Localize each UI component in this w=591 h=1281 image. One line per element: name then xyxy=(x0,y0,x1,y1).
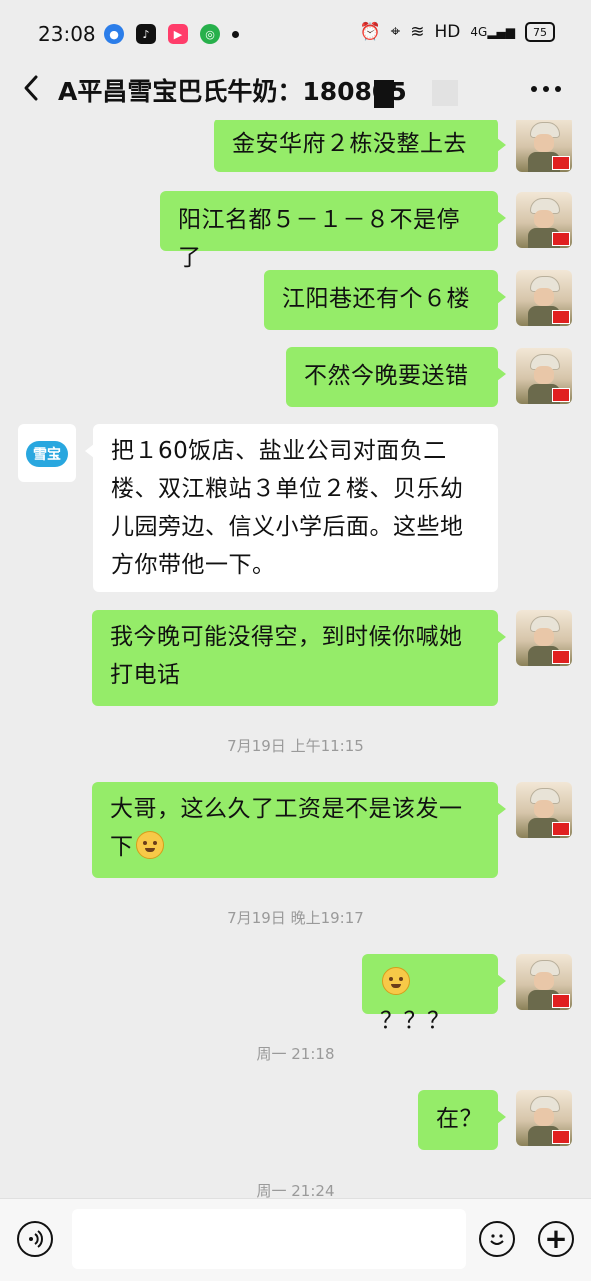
avatar[interactable] xyxy=(516,610,572,666)
message-text: ？？？ xyxy=(380,1008,451,1034)
timestamp: 7月19日 晚上19:17 xyxy=(227,909,364,927)
brand-logo: 雪宝 xyxy=(26,441,68,467)
plus-glyph: + xyxy=(544,1222,568,1255)
browser-app-icon: ◎ xyxy=(200,24,220,44)
message-bubble[interactable]: 阳江名都５－１－８不是停了 xyxy=(160,191,506,271)
message-text-line: 方你带他一下。 xyxy=(111,552,276,578)
alarm-icon: ⏰ xyxy=(359,22,381,42)
more-notifications-dot-icon xyxy=(232,30,239,38)
message-input[interactable] xyxy=(72,1209,466,1269)
message-bubble[interactable]: ？？？ xyxy=(362,954,506,1034)
message-bubble[interactable]: 大哥，这么久了工资是不是该发一 下 xyxy=(92,782,506,878)
avatar[interactable] xyxy=(516,954,572,1010)
status-app-icons: ● ♪ ▶ ◎ xyxy=(104,24,239,44)
timestamp: 周一 21:24 xyxy=(256,1182,335,1198)
timestamp: 周一 21:18 xyxy=(256,1045,335,1063)
battery-icon: 75 xyxy=(525,22,555,42)
network-type: HD xyxy=(434,22,461,42)
status-time: 23:08 xyxy=(38,22,96,46)
smiley-icon xyxy=(490,1234,504,1245)
wifi-icon: ≋ xyxy=(410,22,425,42)
message-text-line: 我今晚可能没得空，到时候你喊她 xyxy=(110,624,463,650)
chat-messages[interactable]: 金安华府２栋没整上去 阳江名都５－１－８不是停了 江阳巷还有个６楼 不然今晚要送… xyxy=(0,120,591,1198)
message-text: 不然今晚要送错 xyxy=(304,363,469,389)
laugh-cry-emoji-icon xyxy=(135,831,164,859)
location-icon: ⌖ xyxy=(390,22,401,42)
message-text-line: 把１60饭店、盐业公司对面负二 xyxy=(111,438,447,464)
contact-avatar[interactable]: 雪宝 xyxy=(18,424,76,482)
tiktok-icon: ♪ xyxy=(136,24,156,44)
message-text: 阳江名都５－１－８不是停了 xyxy=(178,207,460,271)
emoji-icon[interactable] xyxy=(479,1221,515,1257)
message-bubble[interactable]: 金安华府２栋没整上去 xyxy=(214,120,506,172)
voice-icon[interactable] xyxy=(17,1221,53,1257)
message-text-line: 下 xyxy=(110,834,134,860)
avatar[interactable] xyxy=(516,192,572,248)
message-text-line: 儿园旁边、信义小学后面。这些地 xyxy=(111,514,464,540)
avatar[interactable] xyxy=(516,270,572,326)
message-bubble[interactable]: 在？ xyxy=(418,1090,506,1150)
message-bubble[interactable]: 江阳巷还有个６楼 xyxy=(264,270,506,330)
signal-label: 4G xyxy=(470,25,488,39)
battery-level: 75 xyxy=(533,25,547,39)
timestamp: 7月19日 上午11:15 xyxy=(227,737,364,755)
chat-header: A平昌雪宝巴氏牛奶：180805 xyxy=(0,58,591,120)
avatar[interactable] xyxy=(516,1090,572,1146)
chevron-left-icon[interactable] xyxy=(18,73,46,103)
message-text: 在？ xyxy=(436,1106,483,1132)
more-dots-icon[interactable] xyxy=(531,86,561,92)
status-right: ⏰ ⌖ ≋ HD 4G▂▄▆ 75 xyxy=(359,22,555,42)
message-text: 江阳巷还有个６楼 xyxy=(282,286,470,312)
message-text-line: 大哥，这么久了工资是不是该发一 xyxy=(110,796,463,822)
avatar[interactable] xyxy=(516,348,572,404)
signal-icon: 4G▂▄▆ xyxy=(470,25,515,39)
redaction-mark xyxy=(374,80,394,108)
avatar[interactable] xyxy=(516,782,572,838)
voice-waves-icon xyxy=(29,1230,43,1248)
redaction-mark-light xyxy=(432,80,458,106)
message-text-line: 打电话 xyxy=(110,662,181,688)
message-bubble[interactable]: 把１60饭店、盐业公司对面负二 楼、双江粮站３单位２楼、贝乐幼 儿园旁边、信义小… xyxy=(85,424,498,592)
pleading-emoji-icon xyxy=(382,967,410,995)
video-app-icon: ▶ xyxy=(168,24,188,44)
message-bubble[interactable]: 不然今晚要送错 xyxy=(286,347,506,407)
avatar[interactable] xyxy=(516,120,572,172)
app-notification-icon: ● xyxy=(104,24,124,44)
message-bubble[interactable]: 我今晚可能没得空，到时候你喊她 打电话 xyxy=(92,610,506,706)
plus-icon[interactable]: + xyxy=(538,1221,574,1257)
message-text: 金安华府２栋没整上去 xyxy=(232,131,467,157)
chat-title: A平昌雪宝巴氏牛奶：180805 xyxy=(58,77,407,106)
message-text-line: 楼、双江粮站３单位２楼、贝乐幼 xyxy=(111,476,464,502)
input-bar: + xyxy=(0,1198,591,1281)
